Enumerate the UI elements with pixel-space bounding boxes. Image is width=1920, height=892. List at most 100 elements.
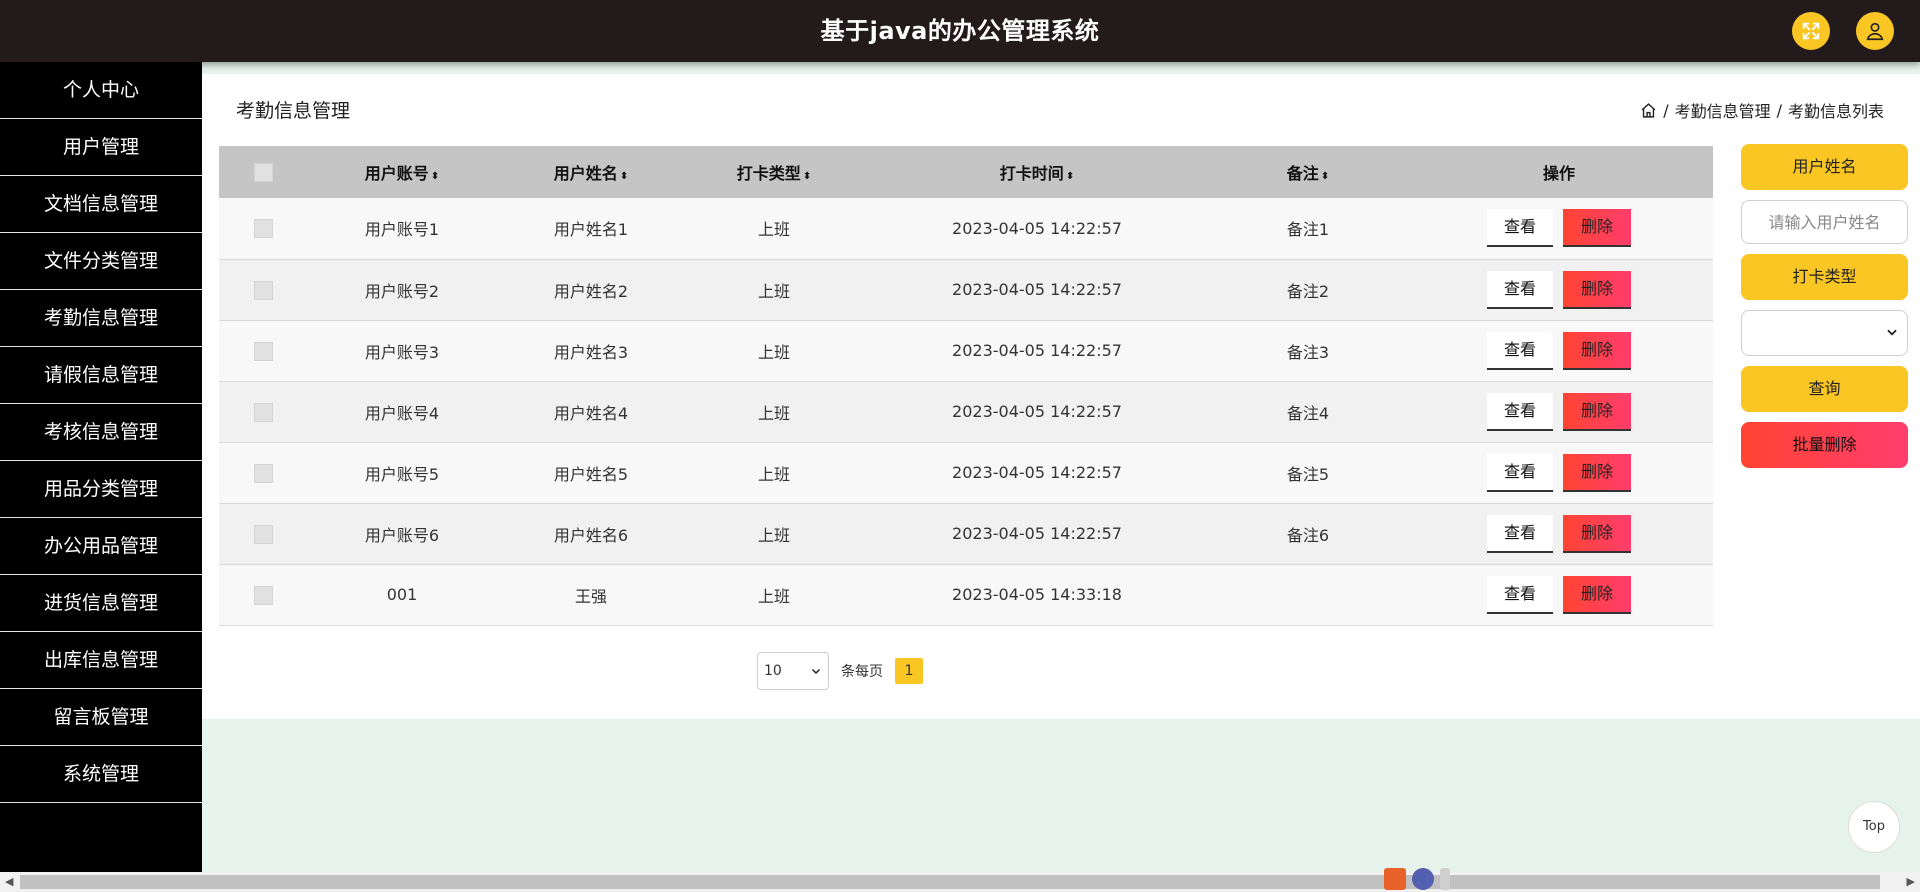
ime-icon[interactable] <box>1384 868 1406 890</box>
sidebar-item-supply-categories[interactable]: 用品分类管理 <box>0 461 202 518</box>
main-panel: 考勤信息管理 / 考勤信息管理 / 考勤信息列表 用户账号 ⬍ 用户姓名 ⬍ 打卡类… <box>202 74 1920 719</box>
sidebar-item-leave[interactable]: 请假信息管理 <box>0 347 202 404</box>
column-header-name[interactable]: 用户姓名 ⬍ <box>497 146 685 198</box>
home-icon[interactable] <box>1640 102 1657 119</box>
cell-time: 2023-04-05 14:33:18 <box>952 585 1122 604</box>
type-filter-label: 打卡类型 <box>1741 254 1908 300</box>
cell-name: 用户姓名5 <box>553 464 629 484</box>
cell-name: 用户姓名1 <box>553 220 629 240</box>
cell-name: 用户姓名3 <box>553 342 629 362</box>
sidebar-item-assessment[interactable]: 考核信息管理 <box>0 404 202 461</box>
breadcrumb-separator: / <box>1776 100 1782 120</box>
view-button[interactable]: 查看 <box>1487 270 1553 309</box>
sidebar-item-personal-center[interactable]: 个人中心 <box>0 62 202 119</box>
sidebar-item-attendance[interactable]: 考勤信息管理 <box>0 290 202 347</box>
row-checkbox[interactable] <box>253 524 273 544</box>
view-button[interactable]: 查看 <box>1487 453 1553 492</box>
cell-name: 用户姓名2 <box>553 281 629 301</box>
sort-icon: ⬍ <box>430 171 440 182</box>
cell-remark <box>1211 564 1405 625</box>
view-button[interactable]: 查看 <box>1487 331 1553 370</box>
breadcrumb: / 考勤信息管理 / 考勤信息列表 <box>1640 98 1884 122</box>
batch-delete-button[interactable]: 批量删除 <box>1741 422 1908 468</box>
tray-grip-icon <box>1440 868 1450 890</box>
delete-button[interactable]: 删除 <box>1563 331 1631 370</box>
scroll-right-icon[interactable]: ▶ <box>1907 875 1915 888</box>
row-checkbox[interactable] <box>253 585 273 605</box>
page-number-current[interactable]: 1 <box>895 658 923 684</box>
cell-actions: 查看 删除 <box>1405 198 1713 259</box>
row-checkbox[interactable] <box>253 280 273 300</box>
sidebar-item-outbound[interactable]: 出库信息管理 <box>0 632 202 689</box>
row-checkbox[interactable] <box>253 219 273 239</box>
delete-button[interactable]: 删除 <box>1563 270 1631 309</box>
tray-icons <box>1384 868 1450 890</box>
view-button[interactable]: 查看 <box>1487 575 1553 614</box>
name-filter-label: 用户姓名 <box>1741 144 1908 190</box>
cell-account: 用户账号5 <box>364 464 440 484</box>
column-header-type[interactable]: 打卡类型 ⬍ <box>685 146 863 198</box>
sidebar-item-message-board[interactable]: 留言板管理 <box>0 689 202 746</box>
cell-actions: 查看 删除 <box>1405 503 1713 564</box>
app-title: 基于java的办公管理系统 <box>820 17 1100 45</box>
fullscreen-button[interactable] <box>1792 12 1830 50</box>
view-button[interactable]: 查看 <box>1487 514 1553 553</box>
column-header-account[interactable]: 用户账号 ⬍ <box>307 146 497 198</box>
chevron-down-icon <box>1887 329 1897 336</box>
cell-account: 用户账号1 <box>364 220 440 240</box>
scrollbar-thumb[interactable] <box>20 875 1880 889</box>
delete-button[interactable]: 删除 <box>1563 392 1631 431</box>
cell-remark: 备注5 <box>1286 464 1330 484</box>
row-checkbox[interactable] <box>253 402 273 422</box>
breadcrumb-item-attendance[interactable]: 考勤信息管理 <box>1675 98 1771 122</box>
delete-button[interactable]: 删除 <box>1563 514 1631 553</box>
row-checkbox[interactable] <box>253 341 273 361</box>
attendance-table-wrap: 用户账号 ⬍ 用户姓名 ⬍ 打卡类型 ⬍ 打卡时间 ⬍ 备注 ⬍ 操作 用户账号1 用户姓名… <box>219 146 1713 626</box>
query-button[interactable]: 查询 <box>1741 366 1908 412</box>
scroll-left-icon[interactable]: ◀ <box>5 875 13 888</box>
table-row: 001 王强 上班 2023-04-05 14:33:18 查看 删除 <box>219 564 1713 625</box>
sidebar-item-system[interactable]: 系统管理 <box>0 746 202 803</box>
sidebar-item-users[interactable]: 用户管理 <box>0 119 202 176</box>
column-header-ops: 操作 <box>1542 164 1575 183</box>
cell-type: 上班 <box>757 281 790 301</box>
table-row: 用户账号4 用户姓名4 上班 2023-04-05 14:22:57 备注4 查看 删除 <box>219 381 1713 442</box>
horizontal-scrollbar[interactable]: ◀ ▶ <box>0 872 1920 892</box>
cell-account: 用户账号2 <box>364 281 440 301</box>
breadcrumb-item-list: 考勤信息列表 <box>1787 102 1884 121</box>
attendance-table: 用户账号 ⬍ 用户姓名 ⬍ 打卡类型 ⬍ 打卡时间 ⬍ 备注 ⬍ 操作 用户账号1 用户姓名… <box>219 146 1713 626</box>
sidebar-item-office-supplies[interactable]: 办公用品管理 <box>0 518 202 575</box>
select-all-checkbox[interactable] <box>253 163 273 182</box>
help-icon[interactable] <box>1412 868 1434 890</box>
name-search-input[interactable]: 请输入用户姓名 <box>1741 200 1908 244</box>
back-to-top-button[interactable]: Top <box>1848 801 1900 853</box>
type-select[interactable] <box>1741 310 1908 356</box>
delete-button[interactable]: 删除 <box>1563 209 1631 248</box>
cell-name: 用户姓名4 <box>553 403 629 423</box>
chevron-down-icon <box>811 668 821 675</box>
cell-time: 2023-04-05 14:22:57 <box>952 402 1122 421</box>
sort-icon: ⬍ <box>619 171 629 182</box>
row-checkbox[interactable] <box>253 463 273 483</box>
column-header-time[interactable]: 打卡时间 ⬍ <box>863 146 1211 198</box>
view-button[interactable]: 查看 <box>1487 209 1553 248</box>
table-row: 用户账号5 用户姓名5 上班 2023-04-05 14:22:57 备注5 查看 删除 <box>219 442 1713 503</box>
cell-time: 2023-04-05 14:22:57 <box>952 218 1122 238</box>
page-size-select[interactable]: 10 <box>757 652 829 690</box>
view-button[interactable]: 查看 <box>1487 392 1553 431</box>
user-button[interactable] <box>1856 12 1894 50</box>
top-bar: 基于java的办公管理系统 <box>0 0 1920 62</box>
cell-remark: 备注3 <box>1286 342 1330 362</box>
column-header-remark[interactable]: 备注 ⬍ <box>1211 146 1405 198</box>
cell-actions: 查看 删除 <box>1405 442 1713 503</box>
expand-icon <box>1802 22 1820 40</box>
sidebar-item-documents[interactable]: 文档信息管理 <box>0 176 202 233</box>
delete-button[interactable]: 删除 <box>1563 575 1631 614</box>
sidebar-item-purchasing[interactable]: 进货信息管理 <box>0 575 202 632</box>
cell-name: 用户姓名6 <box>553 525 629 545</box>
sidebar: 个人中心 用户管理 文档信息管理 文件分类管理 考勤信息管理 请假信息管理 考核… <box>0 62 202 872</box>
sidebar-item-file-categories[interactable]: 文件分类管理 <box>0 233 202 290</box>
delete-button[interactable]: 删除 <box>1563 453 1631 492</box>
cell-type: 上班 <box>757 342 790 362</box>
cell-type: 上班 <box>757 525 790 545</box>
